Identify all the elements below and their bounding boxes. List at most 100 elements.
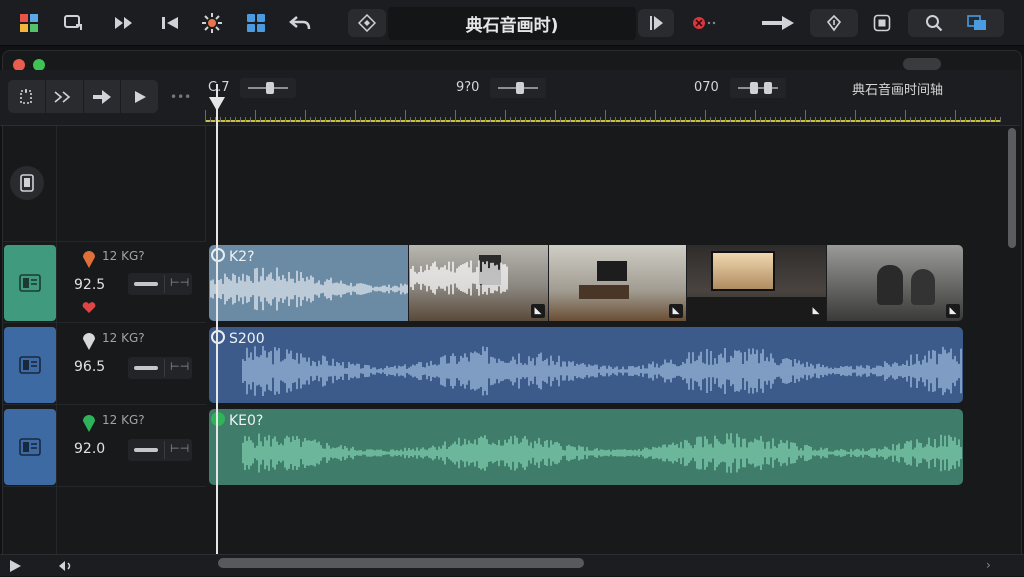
- play-icon[interactable]: [8, 558, 22, 577]
- audio-clip-3[interactable]: KE0?: [209, 409, 963, 485]
- device-icon[interactable]: [10, 166, 44, 200]
- track-marker-icon: [82, 331, 96, 355]
- heart-icon[interactable]: [82, 299, 96, 318]
- timecode-slider-2[interactable]: [490, 78, 546, 98]
- ripple-tool-icon[interactable]: [46, 80, 84, 113]
- ruler-tick: [815, 117, 816, 122]
- ruler-tick: [260, 117, 261, 122]
- arrow-right-icon[interactable]: [758, 9, 798, 37]
- ruler-tick: [845, 117, 846, 122]
- ruler-tick: [720, 117, 721, 122]
- stop-icon[interactable]: [868, 9, 896, 37]
- clip-handle-icon[interactable]: [211, 330, 225, 344]
- track-type-icon[interactable]: [4, 409, 56, 485]
- horizontal-scrollbar[interactable]: [218, 558, 584, 568]
- ruler-tick: [545, 117, 546, 122]
- ruler-tick: [610, 117, 611, 122]
- window-pill-control[interactable]: [903, 58, 941, 70]
- ruler-tick: [290, 117, 291, 122]
- ruler-tick: [620, 117, 621, 122]
- volume-slider[interactable]: ⊢⊣: [128, 273, 192, 295]
- clip-handle-icon[interactable]: [211, 248, 225, 262]
- select-tool-icon[interactable]: [8, 80, 46, 113]
- ruler-tick: [995, 117, 996, 122]
- track-type-icon[interactable]: [4, 327, 56, 403]
- clip-handle-icon[interactable]: [211, 412, 225, 426]
- effects-sparkle-icon[interactable]: [198, 9, 226, 37]
- ruler-tick: [530, 117, 531, 122]
- audio-toggle-icon[interactable]: [58, 558, 76, 577]
- edit-tools-group: [8, 80, 158, 113]
- ruler-tick: [835, 117, 836, 122]
- window-icon[interactable]: [967, 15, 987, 31]
- undo-icon[interactable]: [286, 9, 314, 37]
- play-in-icon[interactable]: [638, 9, 674, 37]
- scroll-right-icon[interactable]: ›: [986, 558, 991, 572]
- ruler-tick: [645, 117, 646, 122]
- ruler-tick: [450, 117, 451, 122]
- layout-grid-icon[interactable]: [242, 9, 270, 37]
- time-ruler[interactable]: [205, 100, 1001, 124]
- ruler-tick: [890, 117, 891, 122]
- volume-slider[interactable]: ⊢⊣: [128, 439, 192, 461]
- ruler-tick: [240, 117, 241, 122]
- timecode-3: 070: [694, 80, 719, 95]
- ruler-tick: [765, 117, 766, 122]
- ruler-tick: [800, 117, 801, 122]
- search-group: [908, 9, 1004, 37]
- ruler-tick: [840, 117, 841, 122]
- ruler-tick: [665, 117, 666, 122]
- move-tool-icon[interactable]: [84, 80, 122, 113]
- track-meta: 12 KG?: [102, 331, 145, 345]
- record-icon[interactable]: [688, 9, 722, 37]
- ruler-tick: [650, 117, 651, 122]
- ruler-tick: [775, 117, 776, 122]
- track-header-2[interactable]: 12 KG? 96.5 ⊢⊣: [2, 325, 206, 405]
- track-header-3[interactable]: 12 KG? 92.0 ⊢⊣: [2, 407, 206, 487]
- volume-slider[interactable]: ⊢⊣: [128, 357, 192, 379]
- fast-forward-icon[interactable]: [110, 9, 138, 37]
- search-icon[interactable]: [925, 14, 943, 32]
- thumbnail-home-theater-scene[interactable]: ◣: [686, 245, 827, 321]
- thumbnail-conversation-scene[interactable]: ◣: [826, 245, 963, 321]
- audio-clip-2[interactable]: S200: [209, 327, 963, 403]
- import-media-icon[interactable]: [60, 9, 88, 37]
- ruler-tick: [685, 117, 686, 122]
- track-volume-value: 96.5: [74, 359, 106, 375]
- ruler-tick: [555, 110, 556, 122]
- ruler-tick: [440, 117, 441, 122]
- ruler-tick: [415, 117, 416, 122]
- ruler-tick: [615, 117, 616, 122]
- ruler-tick: [830, 117, 831, 122]
- timecode-slider-3[interactable]: [730, 78, 786, 98]
- timecode-slider-1[interactable]: [240, 78, 296, 98]
- ruler-tick: [710, 117, 711, 122]
- apps-grid-icon[interactable]: [16, 9, 42, 37]
- thumbnail-living-room-scene[interactable]: ◣: [408, 245, 549, 321]
- ruler-tick: [950, 117, 951, 122]
- ruler-tick: [425, 117, 426, 122]
- tv-shape: [597, 261, 627, 281]
- track-header-1[interactable]: 12 KG? 92.5 ⊢⊣: [2, 243, 206, 323]
- skip-back-icon[interactable]: [156, 9, 184, 37]
- more-dots-icon[interactable]: •••: [170, 90, 191, 104]
- ruler-tick: [575, 117, 576, 122]
- video-clip[interactable]: ◣ ◣ ◣ ◣ K2?: [209, 245, 963, 321]
- ruler-tick: [975, 117, 976, 122]
- ruler-tick: [695, 117, 696, 122]
- ruler-tick: [285, 117, 286, 122]
- snap-diamond-icon[interactable]: [348, 9, 386, 37]
- thumbnail-living-room-tv-scene[interactable]: ◣: [548, 245, 687, 321]
- ruler-tick: [625, 117, 626, 122]
- ruler-tick: [550, 117, 551, 122]
- ruler-tick: [490, 117, 491, 122]
- waveform-path: [210, 267, 408, 311]
- ruler-tick: [885, 117, 886, 122]
- ruler-tick: [715, 117, 716, 122]
- play-tool-icon[interactable]: [121, 80, 158, 113]
- track-type-icon[interactable]: [4, 245, 56, 321]
- rotate-icon[interactable]: [810, 9, 858, 37]
- ruler-tick: [895, 117, 896, 122]
- playhead[interactable]: [216, 84, 218, 554]
- vertical-scrollbar[interactable]: [1008, 128, 1016, 248]
